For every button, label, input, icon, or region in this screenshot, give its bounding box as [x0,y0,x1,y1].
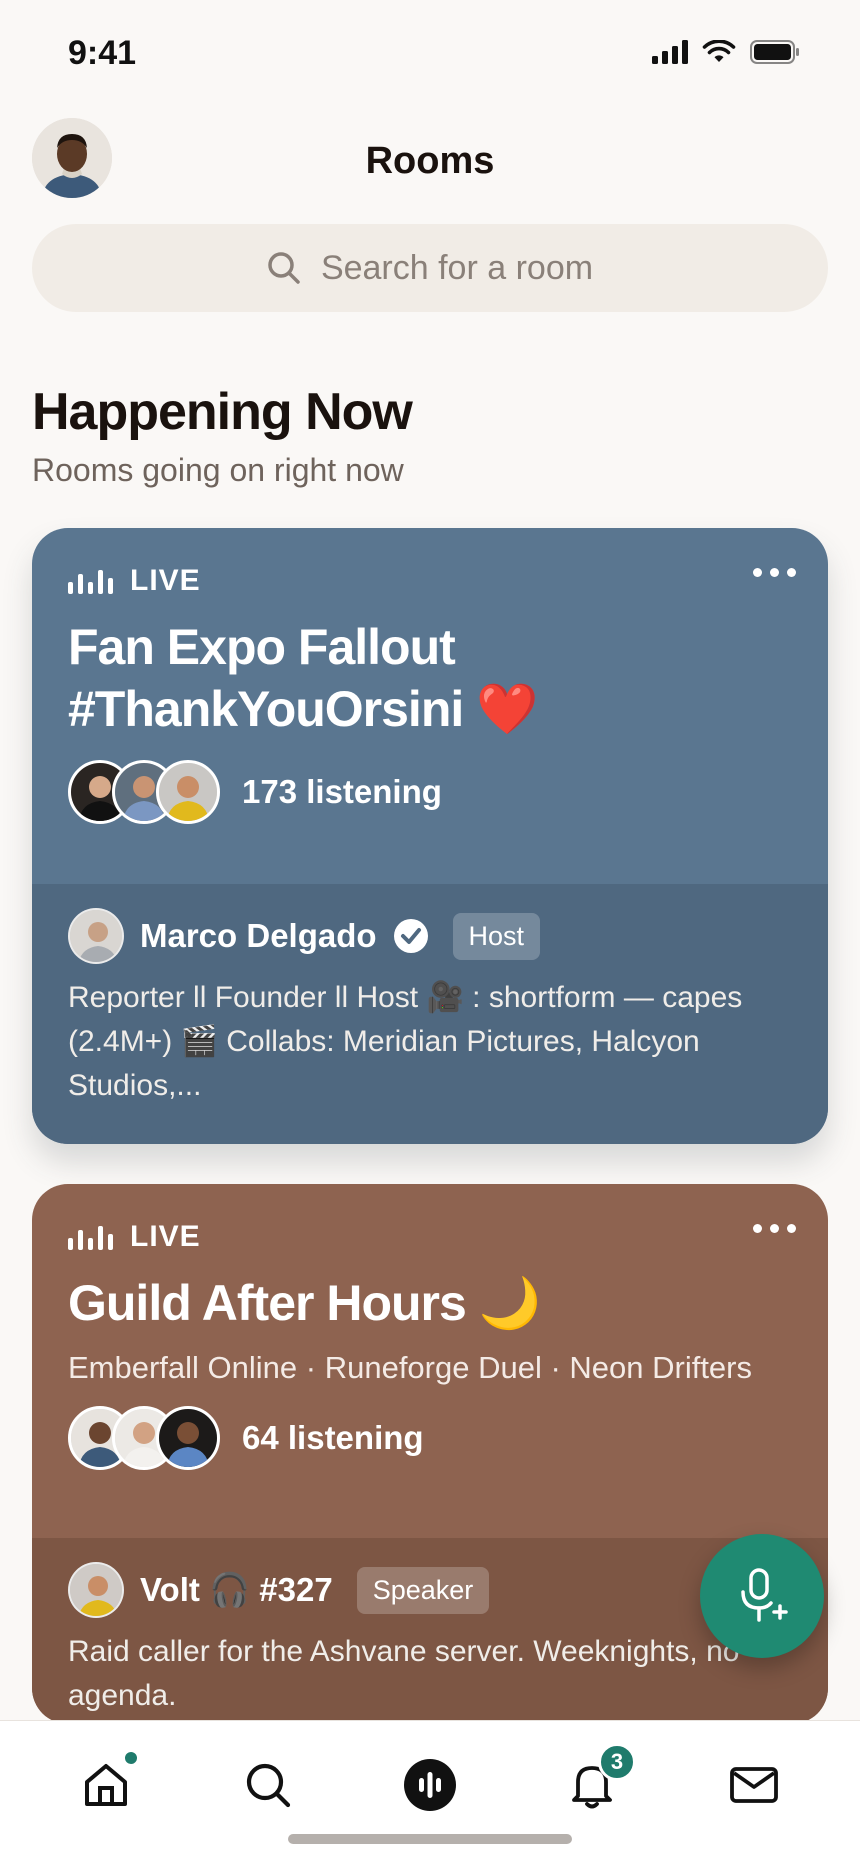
host-avatar [68,908,124,964]
section-subtitle: Rooms going on right now [32,452,404,488]
room-host-section: Marco Delgado Host Reporter ll Founder l… [32,884,828,1144]
listeners-row: 64 listening [68,1406,792,1470]
host-row[interactable]: Marco Delgado Host [68,908,792,964]
host-bio: Raid caller for the Ashvane server. Week… [68,1635,740,1712]
more-options-icon[interactable] [753,568,796,577]
mic-plus-icon [741,1568,788,1622]
tab-messages[interactable] [724,1755,784,1815]
listener-count: 173 listening [242,773,442,810]
search-icon [268,252,300,284]
more-options-icon[interactable] [753,1224,796,1233]
live-label: LIVE [130,1220,201,1253]
host-bio: Reporter ll Founder ll Host 🎥 : shortfor… [68,981,743,1102]
status-icons [652,40,800,64]
host-name: Marco Delgado [140,917,377,954]
live-indicator: LIVE [68,564,792,598]
signal-icon [652,40,688,64]
tab-notifications[interactable]: 3 [562,1743,636,1815]
status-time: 9:41 [68,34,137,72]
rooms-icon [404,1759,456,1811]
room-card[interactable]: LIVE Fan Expo Fallout #ThankYouOrsini ❤️… [32,528,828,1144]
home-indicator [288,1834,572,1844]
room-title-line-1: Guild After Hours 🌙 [68,1275,541,1331]
room-title[interactable]: Fan Expo Fallout #ThankYouOrsini ❤️ [68,616,792,740]
notification-badge: 3 [598,1743,636,1781]
mail-icon [730,1767,778,1803]
search-icon [246,1763,291,1808]
live-indicator: LIVE [68,1220,792,1254]
room-card-header: LIVE Guild After Hours 🌙 Emberfall Onlin… [32,1184,828,1470]
header: Rooms [0,118,860,208]
home-icon [85,1764,127,1806]
section-title: Happening Now [32,383,413,441]
room-title[interactable]: Guild After Hours 🌙 [68,1272,792,1334]
live-label: LIVE [130,564,201,597]
listener-avatars [68,1406,220,1470]
listener-count: 64 listening [242,1419,424,1456]
role-badge: Host [452,912,541,960]
room-tags: Emberfall Online · Runeforge Duel · Neon… [68,1350,752,1385]
wifi-icon [702,40,736,62]
room-title-line-2: #ThankYouOrsini ❤️ [68,681,538,737]
listener-avatars [68,760,220,824]
room-card-header: LIVE Fan Expo Fallout #ThankYouOrsini ❤️… [32,528,828,824]
host-row[interactable]: Volt 🎧 #327 Speaker [68,1562,792,1618]
avatar [156,1406,220,1470]
start-room-button[interactable] [700,1534,824,1658]
page-title: Rooms [365,140,495,182]
room-title-line-1: Fan Expo Fallout [68,619,456,675]
status-bar: 9:41 [0,0,860,100]
verified-icon [393,919,428,953]
search-placeholder: Search for a room [320,248,594,287]
listeners-row: 173 listening [68,760,792,824]
avatar [156,760,220,824]
live-bars-icon [68,570,113,594]
home-badge-dot [122,1749,140,1767]
role-badge: Speaker [356,1566,490,1614]
room-card[interactable]: LIVE Guild After Hours 🌙 Emberfall Onlin… [32,1184,828,1724]
battery-icon [750,40,799,64]
live-bars-icon [68,1226,113,1250]
tab-home[interactable] [76,1749,140,1815]
host-avatar [68,1562,124,1618]
tab-search[interactable] [238,1755,298,1815]
host-name: Volt 🎧 #327 [140,1570,333,1608]
search-input[interactable]: Search for a room [32,224,828,312]
tab-rooms[interactable] [400,1755,460,1815]
